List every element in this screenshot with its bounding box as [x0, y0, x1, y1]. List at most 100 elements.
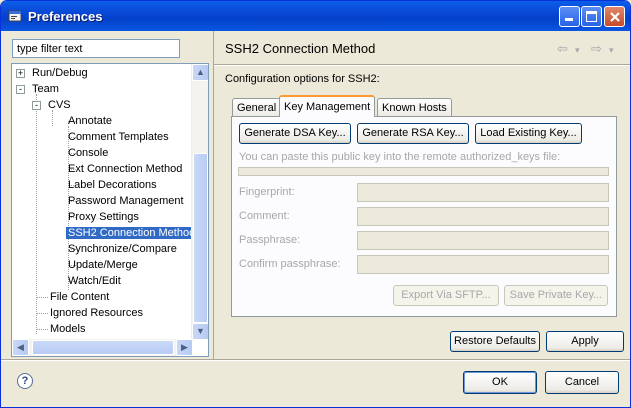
tree-vertical-scrollbar[interactable]: ▲ ▼ — [191, 64, 208, 340]
public-key-textarea[interactable] — [238, 167, 609, 176]
header-separator-highlight — [214, 65, 630, 66]
tree-connector — [36, 313, 48, 314]
chevron-right-icon: ▶ — [181, 342, 188, 352]
tab-label: Key Management — [284, 101, 371, 113]
apply-button[interactable]: Apply — [546, 331, 624, 352]
tree-item-label: Synchronize/Compare — [68, 243, 177, 255]
tree-item-annotate[interactable]: Annotate — [66, 113, 114, 129]
pane-divider[interactable] — [213, 31, 214, 361]
forward-arrow-icon[interactable]: ⇨ — [591, 41, 602, 57]
tree-connector — [36, 297, 48, 298]
export-via-sftp-button[interactable]: Export Via SFTP... — [393, 285, 499, 306]
tree-item-password-management[interactable]: Password Management — [66, 193, 186, 209]
tree-item-update-merge[interactable]: Update/Merge — [66, 257, 140, 273]
load-existing-key-button[interactable]: Load Existing Key... — [475, 123, 582, 144]
ok-button[interactable]: OK — [463, 371, 537, 394]
comment-field[interactable] — [357, 207, 609, 226]
confirm-passphrase-field[interactable] — [357, 255, 609, 274]
tree-item-ssh2-connection-method[interactable]: SSH2 Connection Method — [64, 225, 199, 241]
scroll-left-button[interactable]: ◀ — [12, 339, 29, 356]
public-key-hint: You can paste this public key into the r… — [239, 151, 561, 163]
confirm-passphrase-label: Confirm passphrase: — [239, 258, 341, 270]
tree-item-label: File Content — [50, 291, 110, 303]
restore-defaults-button[interactable]: Restore Defaults — [450, 331, 540, 352]
tab-general[interactable]: General — [232, 98, 282, 116]
tree-connector — [36, 94, 37, 334]
help-icon[interactable]: ? — [17, 373, 33, 389]
maximize-icon — [586, 11, 597, 22]
generate-rsa-key-button[interactable]: Generate RSA Key... — [357, 123, 469, 144]
scroll-down-button[interactable]: ▼ — [192, 323, 208, 340]
fingerprint-label: Fingerprint: — [239, 186, 295, 198]
tree-item-label: Ext Connection Method — [68, 163, 183, 175]
tree-item-models[interactable]: Models — [48, 321, 87, 337]
chevron-left-icon: ◀ — [17, 342, 24, 352]
forward-history-dropdown-icon[interactable]: ▾ — [609, 45, 614, 56]
maximize-button[interactable] — [581, 6, 602, 27]
tree-item-comment-templates[interactable]: Comment Templates — [66, 129, 171, 145]
tree-item-label-decorations[interactable]: Label Decorations — [66, 177, 159, 193]
tree-item-console[interactable]: Console — [66, 145, 110, 161]
tree-item-ignored-resources[interactable]: Ignored Resources — [48, 305, 145, 321]
back-history-dropdown-icon[interactable]: ▾ — [575, 45, 580, 56]
filter-input[interactable] — [12, 39, 180, 58]
tree-item-label: Ignored Resources — [50, 307, 143, 319]
tree-item-file-content[interactable]: File Content — [48, 289, 111, 305]
tree-item-run-debug[interactable]: + Run/Debug — [16, 65, 90, 81]
preference-tree[interactable]: + Run/Debug - Team - CVS Annotate Commen… — [11, 63, 209, 357]
tree-item-label: SSH2 Connection Method — [64, 226, 199, 240]
minimize-button[interactable] — [559, 6, 580, 27]
tree-item-label: Comment Templates — [68, 131, 169, 143]
footer-separator-highlight — [1, 360, 630, 361]
fingerprint-field[interactable] — [357, 183, 609, 202]
tree-horizontal-scrollbar[interactable]: ◀ ▶ — [12, 339, 193, 356]
window-title: Preferences — [28, 9, 103, 24]
generate-dsa-key-button[interactable]: Generate DSA Key... — [239, 123, 351, 144]
chevron-up-icon: ▲ — [196, 67, 205, 77]
comment-label: Comment: — [239, 210, 290, 222]
scroll-thumb[interactable] — [193, 153, 208, 323]
preferences-icon — [8, 10, 22, 22]
tree-item-proxy-settings[interactable]: Proxy Settings — [66, 209, 141, 225]
tab-label: Known Hosts — [382, 102, 447, 114]
chevron-down-icon: ▼ — [196, 326, 205, 336]
back-arrow-icon[interactable]: ⇦ — [557, 41, 568, 57]
tree-item-watch-edit[interactable]: Watch/Edit — [66, 273, 123, 289]
tree-item-label: Proxy Settings — [68, 211, 139, 223]
tree-item-synchronize-compare[interactable]: Synchronize/Compare — [66, 241, 179, 257]
close-button[interactable] — [604, 6, 625, 27]
tree-connector — [36, 329, 48, 330]
tree-item-label: Console — [68, 147, 109, 159]
tree-item-label: Models — [50, 323, 86, 335]
tree-item-label: Password Management — [68, 195, 184, 207]
tree-item-ext-connection-method[interactable]: Ext Connection Method — [66, 161, 184, 177]
tree-item-label: Label Decorations — [68, 179, 157, 191]
preferences-window: Preferences + Run/Debug — [0, 0, 631, 408]
tree-item-label: CVS — [48, 99, 71, 111]
tab-key-management[interactable]: Key Management — [279, 95, 376, 117]
scroll-thumb[interactable] — [32, 340, 174, 355]
close-icon — [610, 12, 620, 22]
expand-icon[interactable]: + — [16, 69, 25, 78]
tree-item-label: Update/Merge — [68, 259, 138, 271]
passphrase-field[interactable] — [357, 231, 609, 250]
passphrase-label: Passphrase: — [239, 234, 301, 246]
tab-known-hosts[interactable]: Known Hosts — [377, 98, 452, 116]
tree-item-label: Team — [32, 83, 59, 95]
title-bar[interactable]: Preferences — [1, 1, 630, 31]
scroll-right-button[interactable]: ▶ — [176, 339, 193, 356]
collapse-icon[interactable]: - — [16, 85, 25, 94]
tree-item-team[interactable]: - Team — [16, 81, 61, 97]
tree-item-cvs[interactable]: - CVS — [32, 97, 73, 113]
page-title: SSH2 Connection Method — [225, 41, 376, 56]
tree-item-label: Annotate — [68, 115, 113, 127]
tree-item-label: Run/Debug — [32, 67, 88, 79]
tab-label: General — [237, 102, 277, 114]
config-label: Configuration options for SSH2: — [225, 73, 380, 85]
tree-item-label: Watch/Edit — [68, 275, 121, 287]
minimize-icon — [565, 18, 573, 21]
cancel-button[interactable]: Cancel — [545, 371, 619, 394]
collapse-icon[interactable]: - — [32, 101, 41, 110]
scroll-up-button[interactable]: ▲ — [192, 64, 208, 81]
save-private-key-button[interactable]: Save Private Key... — [504, 285, 608, 306]
